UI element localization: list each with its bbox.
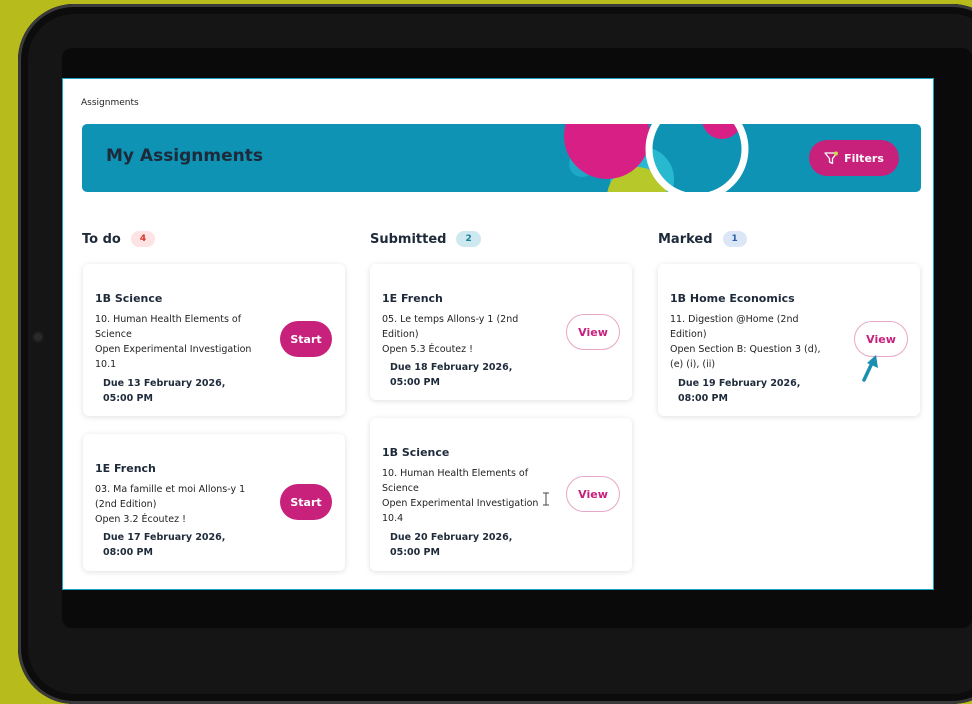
arrow-pointer-icon (862, 355, 878, 382)
card-description: 03. Ma famille et moi Allons-y 1 (2nd Ed… (95, 482, 270, 527)
start-button[interactable]: Start (280, 321, 332, 357)
desc-line: Open 3.2 Écoutez ! (95, 514, 186, 525)
desc-line: Edition) (382, 329, 419, 340)
card-description: 10. Human Health Elements of Science Ope… (382, 466, 557, 526)
desc-line: Edition) (670, 329, 707, 340)
text-cursor-icon (543, 492, 549, 506)
card-subject: 1E French (382, 292, 443, 305)
due-line: 08:00 PM (678, 393, 728, 404)
due-line: Due 19 February 2026, (678, 378, 801, 389)
desc-line: (2nd Edition) (95, 499, 157, 510)
app-screen: Assignments My Assignments Filters To do… (62, 78, 934, 590)
desc-line: 10.1 (95, 359, 117, 370)
due-line: Due 18 February 2026, (390, 362, 513, 373)
card-subject: 1B Home Economics (670, 292, 795, 305)
column-header-marked: Marked 1 (658, 231, 747, 247)
due-line: Due 13 February 2026, (103, 378, 226, 389)
column-header-todo: To do 4 (82, 231, 156, 247)
desc-line: Open Section B: Question 3 (d), (670, 344, 821, 355)
view-button[interactable]: View (854, 321, 908, 357)
due-line: 08:00 PM (103, 547, 153, 558)
page-banner: My Assignments Filters (82, 124, 921, 192)
desc-line: 03. Ma famille et moi Allons-y 1 (95, 484, 246, 495)
start-button[interactable]: Start (280, 484, 332, 520)
due-line: Due 20 February 2026, (390, 532, 513, 543)
count-badge: 2 (456, 231, 481, 247)
desc-line: 10. Human Health Elements of (95, 314, 242, 325)
column-title: Submitted (370, 231, 447, 247)
breadcrumb[interactable]: Assignments (81, 98, 139, 108)
count-badge: 4 (130, 231, 156, 247)
desc-line: 10.4 (382, 513, 404, 524)
column-title: To do (82, 231, 121, 247)
desc-line: Open Experimental Investigation (95, 344, 252, 355)
card-subject: 1B Science (95, 292, 163, 305)
desc-line: 11. Digestion @Home (2nd (670, 314, 799, 325)
due-line: 05:00 PM (390, 547, 440, 558)
view-button[interactable]: View (566, 476, 620, 512)
assignment-card[interactable]: 1E French 05. Le temps Allons-y 1 (2nd E… (370, 264, 632, 400)
desc-line: Open 5.3 Écoutez ! (382, 344, 473, 355)
due-line: 05:00 PM (390, 377, 440, 388)
assignment-card[interactable]: 1E French 03. Ma famille et moi Allons-y… (83, 434, 345, 571)
due-date: Due 18 February 2026, 05:00 PM (390, 360, 550, 390)
desc-line: (e) (i), (ii) (670, 359, 716, 370)
assignment-card[interactable]: 1B Science 10. Human Health Elements of … (83, 264, 345, 416)
desc-line: Science (382, 483, 419, 494)
due-line: 05:00 PM (103, 393, 153, 404)
desc-line: 10. Human Health Elements of (382, 468, 529, 479)
desc-line: Science (95, 329, 132, 340)
assignment-card[interactable]: 1B Science 10. Human Health Elements of … (370, 418, 632, 571)
due-date: Due 17 February 2026, 08:00 PM (103, 530, 263, 560)
card-subject: 1E French (95, 462, 156, 475)
due-line: Due 17 February 2026, (103, 532, 226, 543)
card-description: 10. Human Health Elements of Science Ope… (95, 312, 270, 372)
assignment-card[interactable]: 1B Home Economics 11. Digestion @Home (2… (658, 264, 920, 416)
view-button[interactable]: View (566, 314, 620, 350)
due-date: Due 20 February 2026, 05:00 PM (390, 530, 550, 560)
filter-icon (824, 151, 839, 165)
due-date: Due 13 February 2026, 05:00 PM (103, 376, 263, 406)
filters-button[interactable]: Filters (809, 140, 899, 176)
card-description: 11. Digestion @Home (2nd Edition) Open S… (670, 312, 845, 372)
camera (34, 333, 42, 341)
column-title: Marked (658, 231, 713, 247)
page-title: My Assignments (106, 146, 264, 166)
card-subject: 1B Science (382, 446, 450, 459)
count-badge: 1 (722, 231, 747, 247)
desc-line: 05. Le temps Allons-y 1 (2nd (382, 314, 519, 325)
column-header-submitted: Submitted 2 (370, 231, 481, 247)
desc-line: Open Experimental Investigation (382, 498, 539, 509)
filters-label: Filters (844, 151, 884, 165)
card-description: 05. Le temps Allons-y 1 (2nd Edition) Op… (382, 312, 557, 357)
due-date: Due 19 February 2026, 08:00 PM (678, 376, 838, 406)
